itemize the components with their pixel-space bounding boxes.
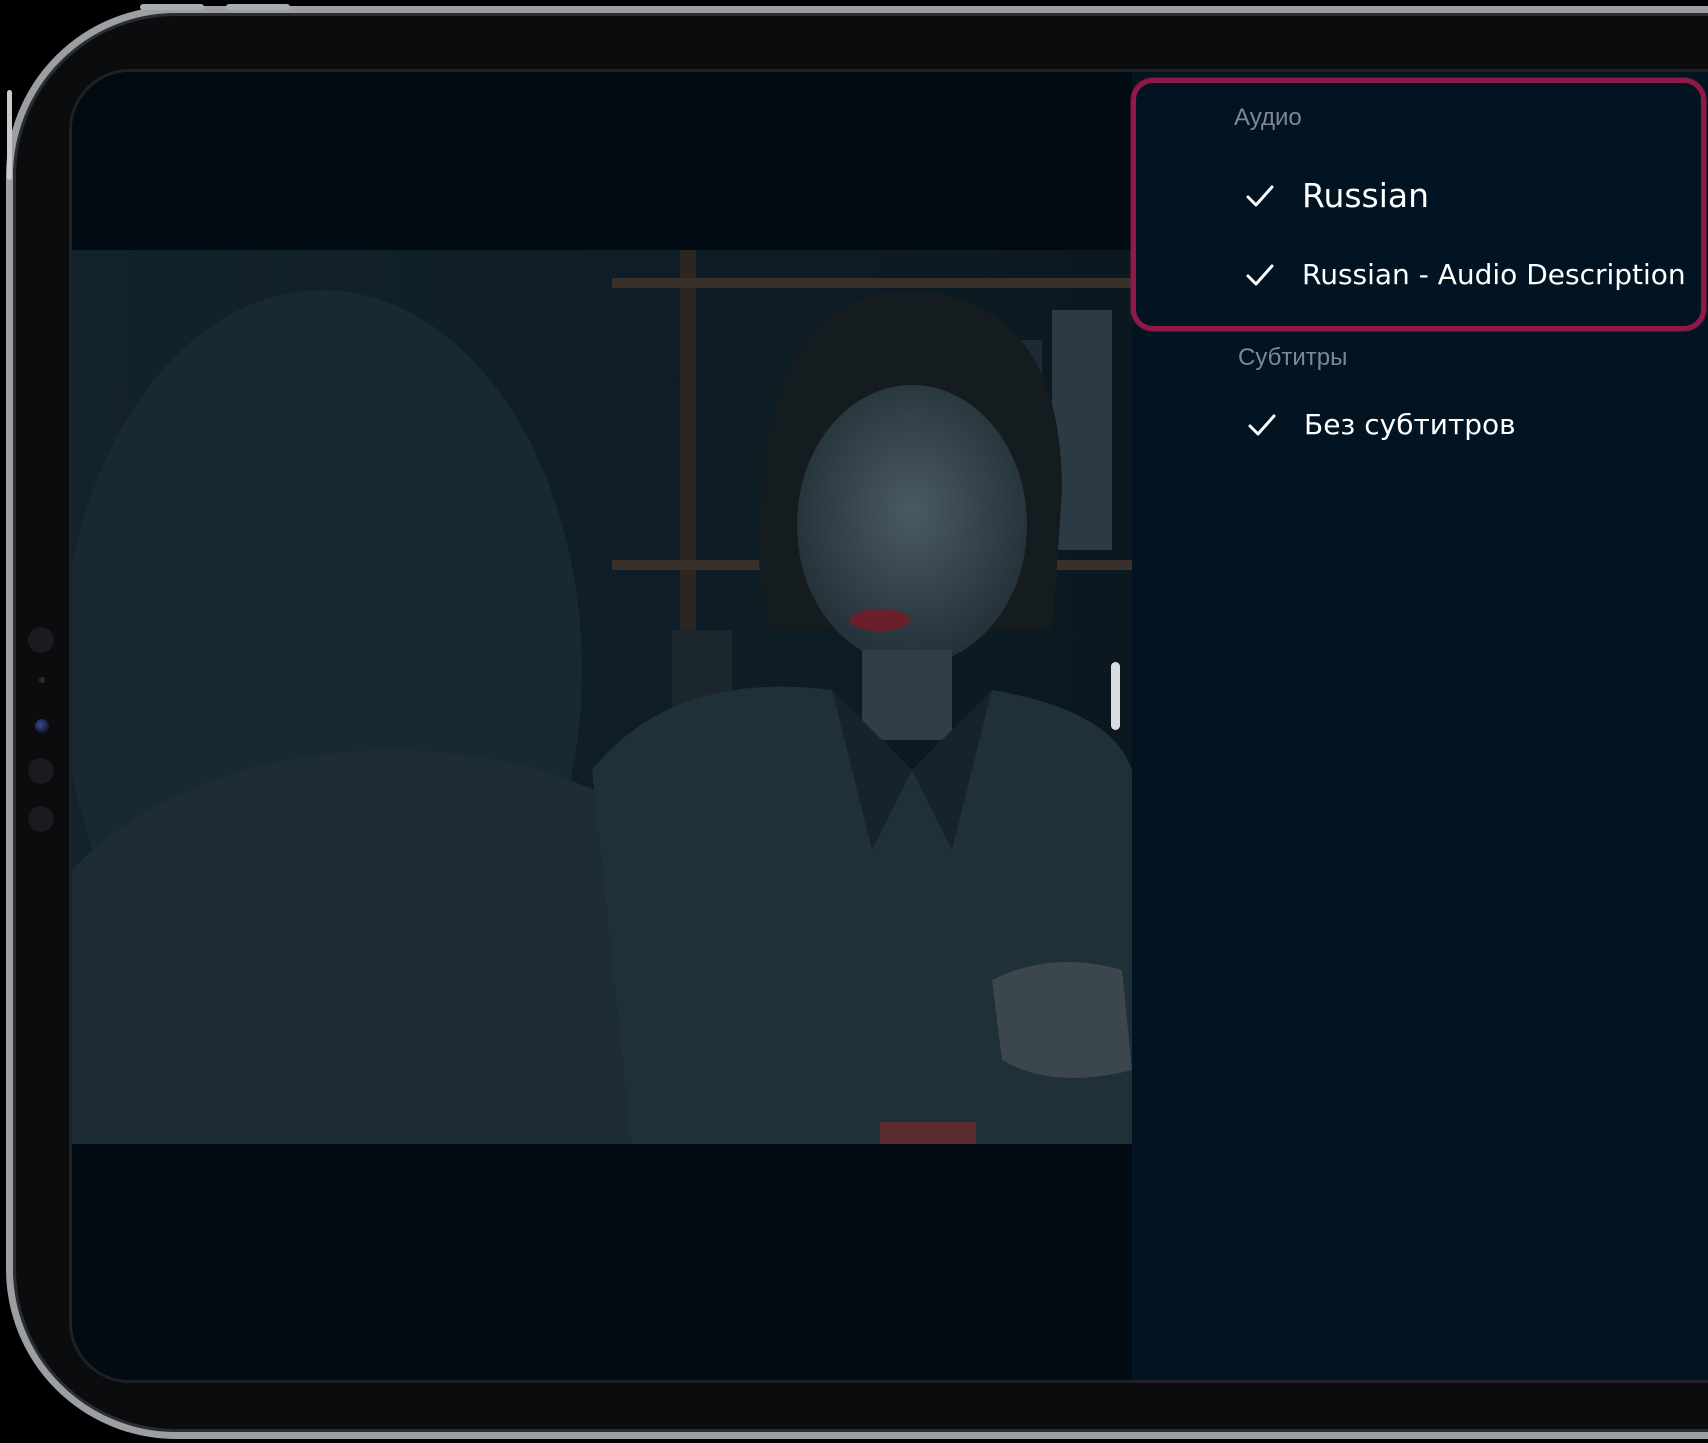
camera-sensor: [28, 627, 54, 653]
audio-subtitles-panel: Аудио Russian Russian - Audio Descriptio…: [1132, 72, 1708, 1380]
screen: Аудио Russian Russian - Audio Descriptio…: [72, 72, 1708, 1380]
camera-sensor: [39, 677, 45, 683]
video-still-image: [72, 250, 1132, 1144]
audio-option-russian[interactable]: Russian: [1244, 176, 1429, 215]
check-icon: [1246, 264, 1274, 285]
device-mockup: Аудио Russian Russian - Audio Descriptio…: [0, 0, 1708, 1443]
subtitle-option-label: Без субтитров: [1304, 408, 1516, 441]
subtitle-option-none[interactable]: Без субтитров: [1246, 408, 1516, 441]
audio-option-russian-audio-description[interactable]: Russian - Audio Description: [1244, 258, 1686, 291]
camera-sensor: [28, 758, 54, 784]
scroll-indicator[interactable]: [1111, 662, 1120, 730]
video-player[interactable]: [72, 72, 1132, 1380]
camera-lens: [35, 719, 49, 733]
volume-button: [140, 4, 204, 10]
audio-option-label: Russian: [1302, 176, 1430, 215]
check-icon: [1248, 414, 1276, 435]
audio-section-title: Аудио: [1234, 104, 1302, 131]
side-button: [7, 90, 12, 180]
video-frame[interactable]: [72, 250, 1132, 1144]
audio-option-label: Russian - Audio Description: [1302, 258, 1686, 291]
subtitles-section-title: Субтитры: [1238, 344, 1348, 371]
camera-sensor: [28, 806, 54, 832]
volume-button: [226, 4, 290, 10]
check-icon: [1246, 185, 1274, 206]
